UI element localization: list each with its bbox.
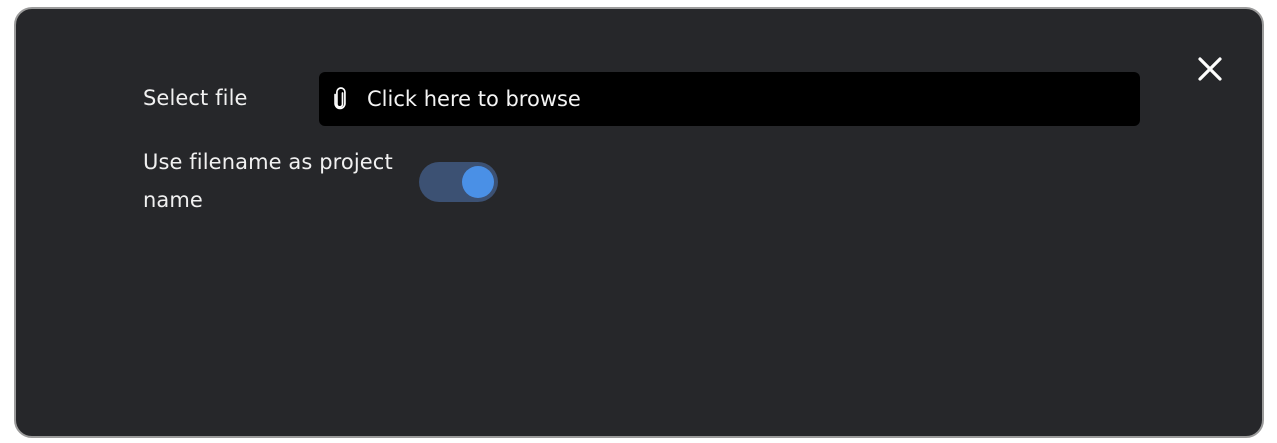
import-dialog: Select file Click here to browse Use fil… (14, 7, 1264, 438)
close-button[interactable] (1196, 55, 1224, 83)
close-icon (1198, 57, 1222, 81)
file-browse-placeholder: Click here to browse (367, 87, 581, 111)
file-browse-input[interactable]: Click here to browse (319, 72, 1140, 126)
paperclip-icon (334, 87, 346, 110)
toggle-knob (462, 166, 494, 198)
use-filename-label: Use filename as project name (143, 150, 393, 212)
select-file-label: Select file (143, 86, 248, 110)
use-filename-toggle[interactable] (419, 162, 498, 202)
